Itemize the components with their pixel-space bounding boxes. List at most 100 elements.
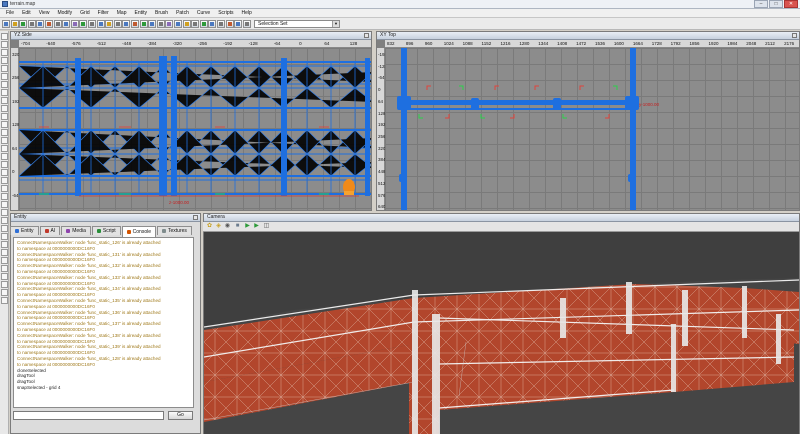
tab-entity[interactable]: Entity — [10, 226, 39, 235]
left-tool-icon[interactable] — [1, 113, 8, 120]
lighting-icon[interactable]: ◉ — [224, 223, 231, 230]
chevron-down-icon[interactable]: ▼ — [332, 21, 339, 27]
left-tool-icon[interactable] — [1, 201, 8, 208]
play-icon[interactable]: ▶ — [244, 223, 251, 230]
left-tool-icon[interactable] — [1, 57, 8, 64]
close-icon[interactable] — [364, 33, 369, 38]
toolbar-tool-icon[interactable] — [62, 20, 71, 28]
menu-item[interactable]: Grid — [76, 10, 93, 16]
toolbar-tool-icon[interactable] — [122, 20, 131, 28]
maximize-button[interactable]: □ — [769, 0, 783, 8]
menu-item[interactable]: Scripts — [214, 10, 237, 16]
selection-set-combo[interactable]: Selection Set ▼ — [254, 20, 340, 28]
left-tool-icon[interactable] — [1, 73, 8, 80]
camera-options-icon[interactable]: ◫ — [263, 223, 270, 230]
left-tool-icon[interactable] — [1, 265, 8, 272]
left-tool-icon[interactable] — [1, 193, 8, 200]
toolbar-tool-icon[interactable] — [79, 20, 88, 28]
menu-item[interactable]: Filter — [94, 10, 113, 16]
yz-side-view[interactable]: YZ Side -704 -640 -576 -512 -448 -384 -320 -256… — [10, 31, 372, 211]
toolbar-tool-icon[interactable] — [242, 20, 251, 28]
close-button[interactable]: ✕ — [784, 0, 798, 8]
left-tool-icon[interactable] — [1, 153, 8, 160]
xy-grid[interactable]: y-1000.00 — [385, 48, 799, 210]
toolbar-tool-icon[interactable] — [88, 20, 96, 28]
fast-forward-icon[interactable]: ▶ — [253, 223, 260, 230]
close-icon[interactable] — [792, 33, 797, 38]
left-tool-icon[interactable] — [1, 281, 8, 288]
toolbar-tool-icon[interactable] — [148, 20, 157, 28]
menu-item[interactable]: View — [35, 10, 54, 16]
menu-item[interactable]: Brush — [151, 10, 172, 16]
toolbar-tool-icon[interactable] — [217, 20, 225, 28]
left-tool-icon[interactable] — [1, 225, 8, 232]
left-tool-icon[interactable] — [1, 145, 8, 152]
toolbar-tool-icon[interactable] — [174, 20, 182, 28]
toolbar-tool-icon[interactable] — [27, 20, 36, 28]
menu-item[interactable]: File — [2, 10, 18, 16]
toolbar-tool-icon[interactable] — [113, 20, 122, 28]
toolbar-tool-icon[interactable] — [105, 20, 114, 28]
left-tool-icon[interactable] — [1, 129, 8, 136]
left-tool-icon[interactable] — [1, 217, 8, 224]
tab-script[interactable]: Script — [91, 226, 121, 235]
toolbar-tool-icon[interactable] — [36, 20, 45, 28]
menu-item[interactable]: Patch — [172, 10, 193, 16]
camera-viewport[interactable] — [204, 232, 799, 434]
toolbar-tool-icon[interactable] — [96, 20, 105, 28]
console-command-input[interactable] — [13, 411, 164, 420]
left-tool-icon[interactable] — [1, 49, 8, 56]
toolbar-tool-icon[interactable] — [70, 20, 79, 28]
left-tool-icon[interactable] — [1, 121, 8, 128]
left-tool-icon[interactable] — [1, 33, 8, 40]
menu-item[interactable]: Curve — [193, 10, 214, 16]
toolbar-tool-icon[interactable] — [234, 20, 243, 28]
left-tool-icon[interactable] — [1, 273, 8, 280]
left-tool-icon[interactable] — [1, 249, 8, 256]
toolbar-tool-icon[interactable] — [2, 20, 10, 28]
left-tool-icon[interactable] — [1, 233, 8, 240]
toolbar-tool-icon[interactable] — [191, 20, 200, 28]
left-tool-icon[interactable] — [1, 81, 8, 88]
left-tool-icon[interactable] — [1, 105, 8, 112]
menu-item[interactable]: Entity — [130, 10, 151, 16]
tab-ai[interactable]: AI — [39, 226, 61, 235]
left-tool-icon[interactable] — [1, 65, 8, 72]
toolbar-tool-icon[interactable] — [182, 20, 191, 28]
console-log[interactable]: ConnectNamespaceWalker: node 'func_stati… — [13, 237, 194, 408]
toolbar-tool-icon[interactable] — [53, 20, 62, 28]
square-icon[interactable]: ■ — [234, 223, 241, 230]
toolbar-tool-icon[interactable] — [199, 20, 208, 28]
left-tool-icon[interactable] — [1, 209, 8, 216]
toolbar-tool-icon[interactable] — [19, 20, 28, 28]
gear-icon[interactable]: ✿ — [206, 223, 213, 230]
left-tool-icon[interactable] — [1, 89, 8, 96]
toolbar-tool-icon[interactable] — [225, 20, 234, 28]
tab-textures[interactable]: Textures — [157, 226, 192, 235]
go-button[interactable]: Go — [168, 411, 193, 420]
menu-item[interactable]: Map — [113, 10, 131, 16]
left-tool-icon[interactable] — [1, 169, 8, 176]
toolbar-tool-icon[interactable] — [208, 20, 217, 28]
left-tool-icon[interactable] — [1, 97, 8, 104]
menu-item[interactable]: Modify — [53, 10, 76, 16]
tab-media[interactable]: Media — [61, 226, 91, 235]
toolbar-tool-icon[interactable] — [131, 20, 139, 28]
render-mode-icon[interactable]: ◈ — [215, 223, 222, 230]
close-icon[interactable] — [193, 215, 198, 220]
left-tool-icon[interactable] — [1, 185, 8, 192]
left-tool-icon[interactable] — [1, 177, 8, 184]
left-tool-icon[interactable] — [1, 241, 8, 248]
menu-item[interactable]: Edit — [18, 10, 35, 16]
left-tool-icon[interactable] — [1, 41, 8, 48]
yz-grid[interactable]: z-1000.00 — [19, 48, 371, 210]
toolbar-tool-icon[interactable] — [45, 20, 53, 28]
left-tool-icon[interactable] — [1, 161, 8, 168]
toolbar-tool-icon[interactable] — [156, 20, 165, 28]
toolbar-tool-icon[interactable] — [139, 20, 148, 28]
left-tool-icon[interactable] — [1, 289, 8, 296]
minimize-button[interactable]: – — [754, 0, 768, 8]
menu-item[interactable]: Help — [237, 10, 255, 16]
xy-top-view[interactable]: XY Top 832 896 960 1024 1088 1152 1216 1280 1344… — [376, 31, 800, 211]
left-tool-icon[interactable] — [1, 257, 8, 264]
